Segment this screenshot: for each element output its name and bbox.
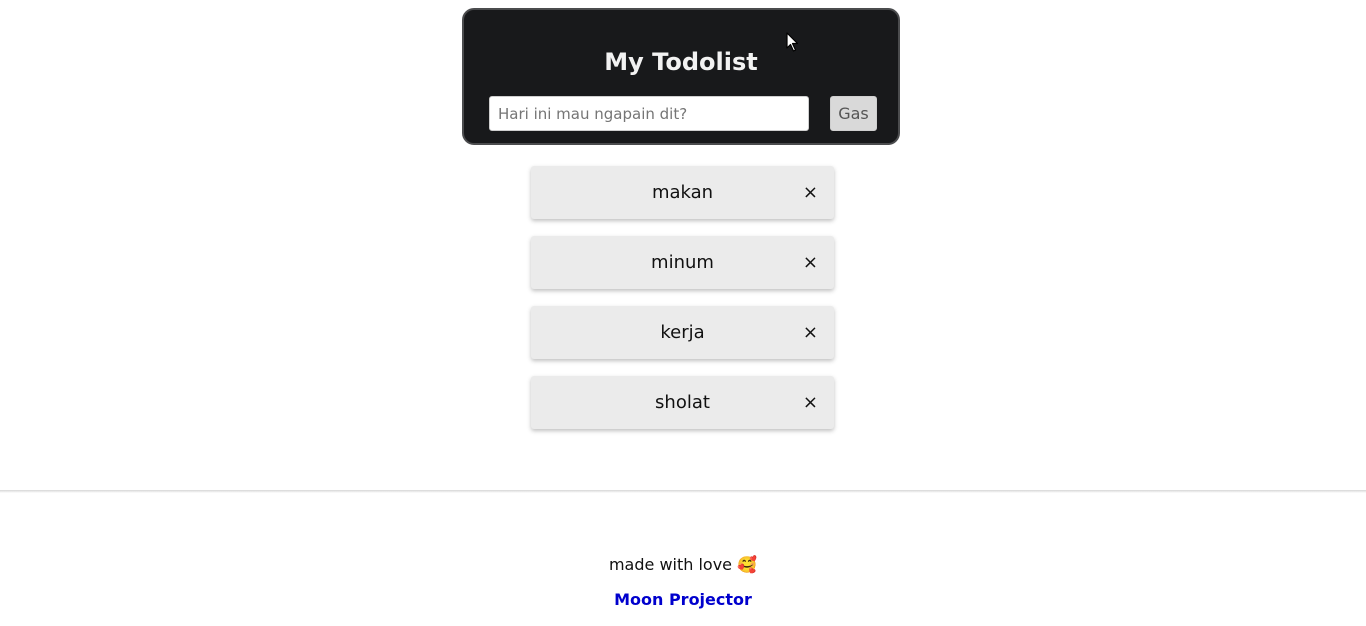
mouse-pointer-icon: [786, 32, 799, 52]
todo-item-text: minum: [651, 252, 714, 273]
todo-item-text: makan: [651, 182, 714, 203]
todo-item-text: kerja: [660, 322, 705, 343]
todo-item: kerja ×: [531, 306, 834, 359]
page: My Todolist Gas makan × minum × kerja × …: [0, 0, 1366, 626]
footer-link[interactable]: Moon Projector: [0, 589, 1366, 611]
close-icon[interactable]: ×: [803, 236, 818, 289]
app-title: My Todolist: [604, 48, 758, 76]
add-todo-button[interactable]: Gas: [830, 96, 877, 131]
todo-list: makan × minum × kerja × sholat ×: [531, 166, 834, 446]
todo-item-text: sholat: [655, 392, 710, 413]
close-icon[interactable]: ×: [803, 376, 818, 429]
close-icon[interactable]: ×: [803, 166, 818, 219]
todo-item: makan ×: [531, 166, 834, 219]
footer-credit: made with love 🥰: [608, 555, 758, 574]
todo-item: sholat ×: [531, 376, 834, 429]
close-icon[interactable]: ×: [803, 306, 818, 359]
todo-item: minum ×: [531, 236, 834, 289]
new-todo-input[interactable]: [489, 96, 809, 131]
footer-divider: [0, 490, 1366, 493]
todo-header-card: My Todolist Gas: [462, 8, 900, 145]
